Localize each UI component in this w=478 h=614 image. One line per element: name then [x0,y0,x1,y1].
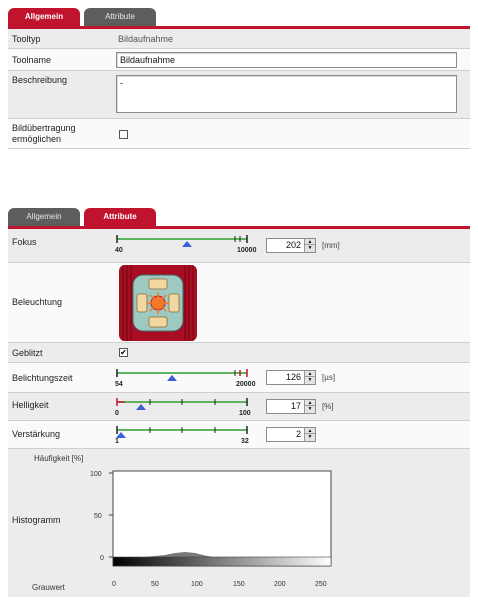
histogram-x-tick: 150 [233,581,245,588]
helligkeit-unit: [%] [322,402,334,411]
beschreibung-textarea[interactable]: - [116,75,457,113]
fokus-max: 10000 [237,247,257,254]
tab-attribute[interactable]: Attribute [84,8,156,26]
helligkeit-spinbox[interactable]: 17 ▲ ▼ [266,399,316,414]
fokus-spinbox[interactable]: 202 ▲ ▼ [266,238,316,253]
belichtungszeit-unit: [µs] [322,373,336,382]
fokus-slider-track [116,235,248,247]
tab-attribute[interactable]: Attribute [84,208,156,226]
histogram-y-tick: 0 [100,555,104,562]
row-verstaerkung: Verstärkung 1 32 2 ▲ ▼ [8,421,470,449]
fokus-spin-buttons: ▲ ▼ [304,239,315,252]
row-belichtungszeit: Belichtungszeit 54 20000 126 ▲ ▼ [µs] [8,363,470,393]
verstaerkung-max: 32 [241,438,249,445]
helligkeit-spin-buttons: ▲ ▼ [304,400,315,413]
spin-down-icon[interactable]: ▼ [305,434,315,440]
spin-down-icon[interactable]: ▼ [305,406,315,412]
toolname-label: Toolname [12,55,52,65]
bilduebertragung-label-line2: ermöglichen [12,134,62,144]
histogram-x-axis-label: Grauwert [32,583,65,592]
verstaerkung-label: Verstärkung [12,429,61,439]
bilduebertragung-label: Bildübertragung ermöglichen [12,123,76,145]
histogram-y-tick: 100 [90,471,102,478]
helligkeit-min: 0 [115,410,119,417]
general-panel: Allgemein Attribute Tooltyp Bildaufnahme… [8,8,470,149]
row-geblitzt: Geblitzt ✔ [8,343,470,363]
verstaerkung-spin-buttons: ▲ ▼ [304,428,315,441]
illumination-icon[interactable] [119,265,197,341]
belichtungszeit-slider-track [116,369,248,381]
histogramm-label: Histogramm [12,515,61,525]
verstaerkung-spinbox[interactable]: 2 ▲ ▼ [266,427,316,442]
beschreibung-label: Beschreibung [12,75,68,85]
toolname-input[interactable]: Bildaufnahme [116,52,457,68]
fokus-unit: [mm] [322,241,340,250]
belichtungszeit-max: 20000 [236,381,256,388]
histogram-x-tick: 100 [191,581,203,588]
general-panel-tabs: Allgemein Attribute [8,8,470,26]
helligkeit-value: 17 [290,401,301,411]
fokus-value: 202 [285,240,301,250]
fokus-slider[interactable]: 40 10000 [115,233,257,263]
bilduebertragung-label-line1: Bildübertragung [12,123,76,133]
row-helligkeit: Helligkeit 0 100 17 ▲ ▼ [%] [8,393,470,421]
helligkeit-slider-thumb [136,404,146,410]
histogram-x-tick: 0 [112,581,116,588]
helligkeit-slider-track [116,398,248,410]
geblitzt-checkbox[interactable]: ✔ [119,348,128,357]
tooltyp-label: Tooltyp [12,34,41,44]
tab-allgemein[interactable]: Allgemein [8,208,80,226]
bilduebertragung-checkbox[interactable] [119,130,128,139]
tab-allgemein[interactable]: Allgemein [8,8,80,26]
belichtungszeit-min: 54 [115,381,123,388]
verstaerkung-min: 1 [115,438,119,445]
row-tooltyp: Tooltyp Bildaufnahme [8,29,470,49]
helligkeit-max: 100 [239,410,251,417]
belichtungszeit-slider-thumb [167,375,177,381]
belichtungszeit-spinbox[interactable]: 126 ▲ ▼ [266,370,316,385]
histogram-plot [109,470,332,567]
spin-down-icon[interactable]: ▼ [305,377,315,383]
verstaerkung-value: 2 [295,429,301,439]
histogram-x-tick: 200 [274,581,286,588]
belichtungszeit-value: 126 [285,372,301,382]
fokus-label: Fokus [12,237,37,247]
histogram-y-tick: 50 [94,513,102,520]
spin-down-icon[interactable]: ▼ [305,245,315,251]
row-beleuchtung: Beleuchtung [8,263,470,343]
row-toolname: Toolname Bildaufnahme [8,49,470,71]
belichtungszeit-label: Belichtungszeit [12,373,73,383]
histogram-y-axis-label: Häufigkeit [%] [34,454,84,463]
attribute-panel-tabs: Allgemein Attribute [8,208,470,226]
row-bilduebertragung: Bildübertragung ermöglichen [8,119,470,149]
fokus-slider-thumb [182,241,192,247]
row-histogramm: Häufigkeit [%] Histogramm Grauwert 100 5… [8,449,470,597]
attribute-panel: Allgemein Attribute Fokus 40 10000 202 ▲… [8,208,470,597]
geblitzt-label: Geblitzt [12,348,43,358]
tooltyp-value: Bildaufnahme [118,34,174,44]
fokus-min: 40 [115,247,123,254]
helligkeit-label: Helligkeit [12,400,49,410]
histogram-x-tick: 50 [151,581,159,588]
row-beschreibung: Beschreibung - [8,71,470,119]
verstaerkung-slider-track [116,426,248,438]
row-fokus: Fokus 40 10000 202 ▲ ▼ [mm] [8,229,470,263]
beleuchtung-label: Beleuchtung [12,297,63,307]
belichtungszeit-spin-buttons: ▲ ▼ [304,371,315,384]
histogram-x-tick: 250 [315,581,327,588]
